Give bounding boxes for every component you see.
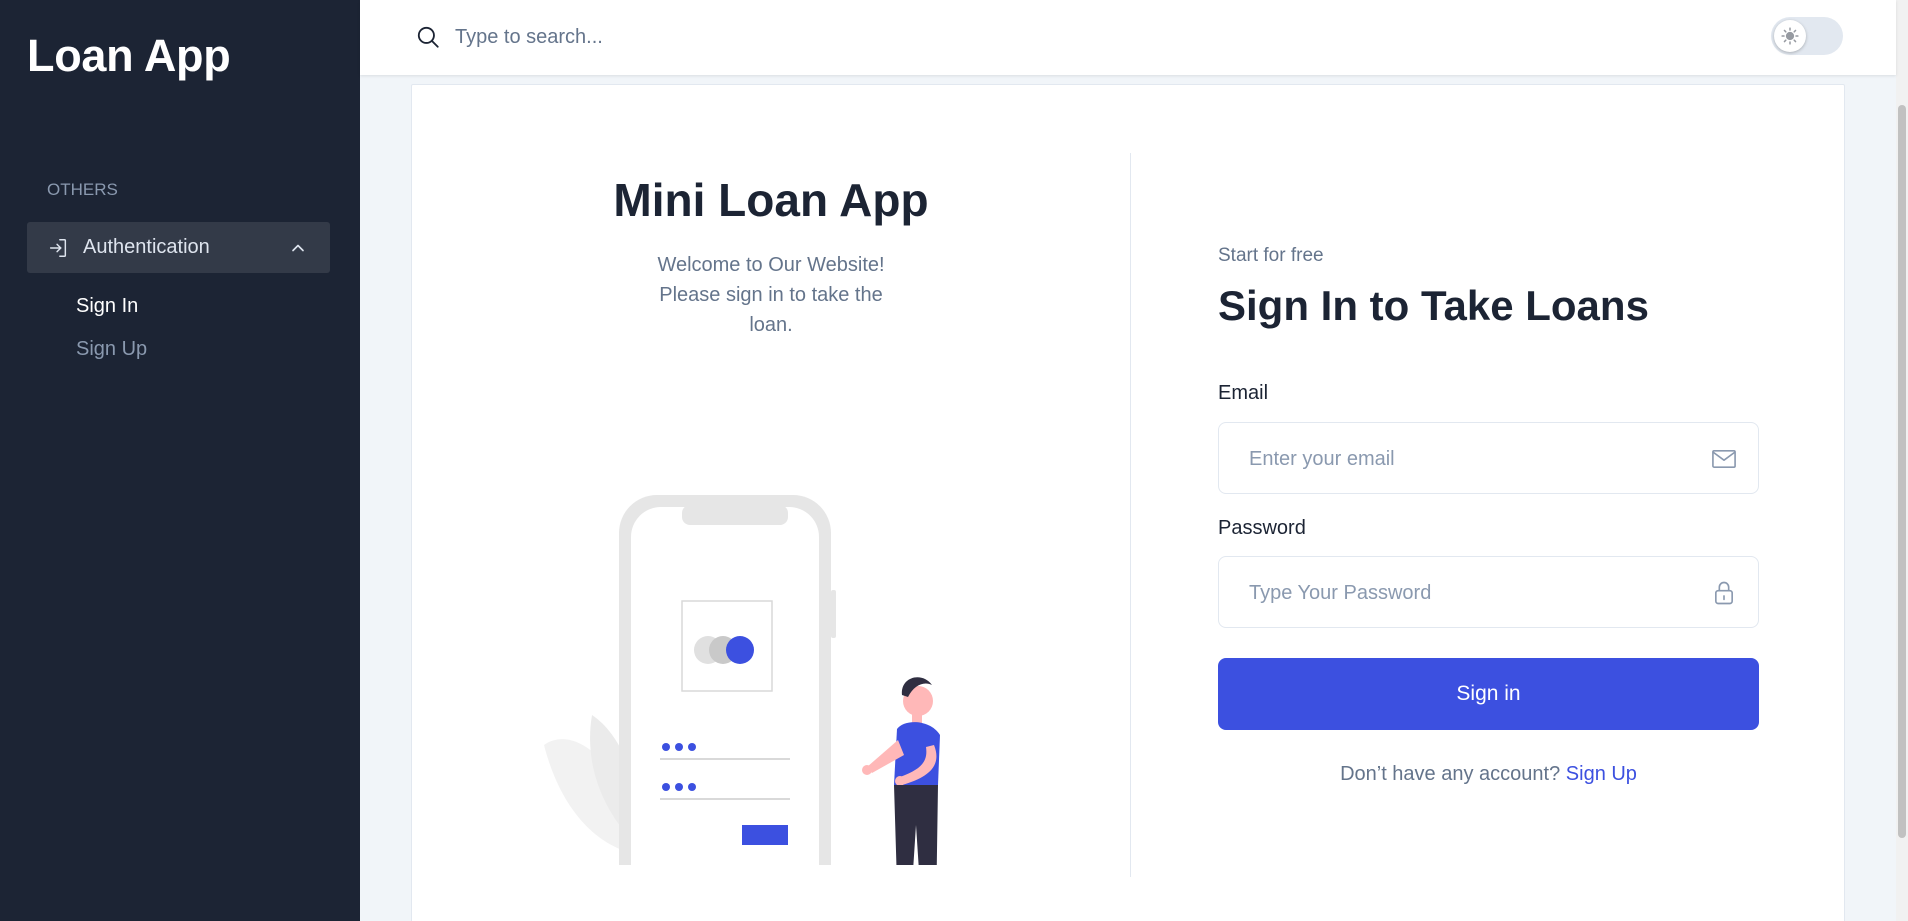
login-icon	[49, 238, 67, 257]
email-field[interactable]	[1249, 441, 1689, 477]
brand-logo[interactable]: Loan App	[27, 30, 231, 82]
sign-in-card: Mini Loan App Welcome to Our Website! Pl…	[411, 84, 1845, 921]
form-title: Sign In to Take Loans	[1218, 282, 1649, 329]
form-eyebrow: Start for free	[1218, 245, 1324, 266]
sidebar: Loan App OTHERS Authentication Sign In S…	[0, 0, 360, 921]
mail-icon	[1712, 450, 1736, 468]
sidebar-item-label: Authentication	[83, 236, 210, 258]
scrollbar-thumb[interactable]	[1898, 105, 1906, 838]
sidebar-subitem-sign-up[interactable]: Sign Up	[76, 338, 147, 361]
lock-icon	[1715, 581, 1733, 605]
card-divider	[1130, 153, 1131, 877]
theme-toggle[interactable]	[1771, 17, 1843, 55]
search-icon[interactable]	[415, 24, 441, 50]
sidebar-subitem-sign-in[interactable]: Sign In	[76, 295, 138, 318]
signup-prompt: Don’t have any account? Sign Up	[1218, 763, 1759, 786]
sign-in-button[interactable]: Sign in	[1218, 658, 1759, 730]
intro-title: Mini Loan App	[613, 174, 929, 226]
password-field-wrapper	[1218, 556, 1759, 628]
phone-login-illustration	[544, 495, 940, 865]
search-input[interactable]	[455, 20, 1055, 54]
email-field-wrapper	[1218, 422, 1759, 494]
theme-toggle-knob	[1774, 20, 1806, 52]
email-label: Email	[1218, 382, 1269, 404]
password-field[interactable]	[1249, 575, 1689, 611]
signup-prompt-text: Don’t have any account?	[1340, 763, 1561, 785]
password-label: Password	[1218, 517, 1306, 539]
top-header	[360, 0, 1896, 75]
sidebar-item-authentication[interactable]: Authentication	[27, 222, 330, 273]
page-scrollbar[interactable]	[1896, 0, 1908, 921]
sun-icon	[1781, 27, 1799, 45]
sign-up-link[interactable]: Sign Up	[1566, 763, 1637, 785]
chevron-up-icon[interactable]	[288, 238, 308, 258]
sidebar-section-label: OTHERS	[47, 180, 118, 199]
intro-text: Welcome to Our Website! Please sign in t…	[657, 254, 885, 336]
